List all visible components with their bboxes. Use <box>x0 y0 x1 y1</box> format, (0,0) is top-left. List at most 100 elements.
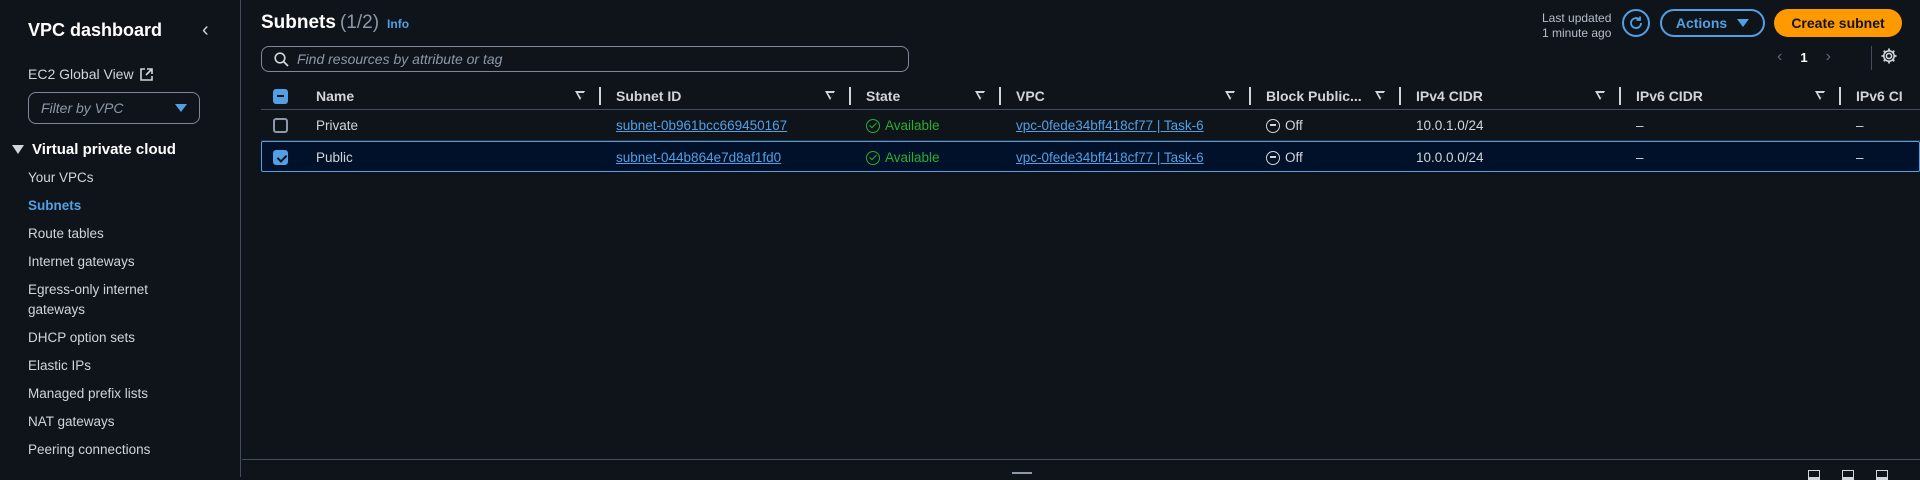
preferences-gear-icon[interactable] <box>1880 47 1898 70</box>
search-icon <box>274 51 289 67</box>
check-circle-icon <box>866 118 880 133</box>
subnet-id-link[interactable]: subnet-0b961bcc669450167 <box>616 118 787 133</box>
divider <box>1871 46 1872 70</box>
column-resizer[interactable] <box>1399 87 1401 105</box>
drag-handle[interactable] <box>1012 472 1032 474</box>
search-bar <box>261 46 909 72</box>
sidebar-item-internet-gateways[interactable]: Internet gateways <box>28 252 188 272</box>
sidebar: VPC dashboard ‹ EC2 Global View Filter b… <box>0 0 241 477</box>
sidebar-item-egress-only-internet-gateways[interactable]: Egress-only internet gateways <box>28 280 188 320</box>
split-panel-position-controls <box>1808 470 1888 480</box>
refresh-icon <box>1630 16 1642 29</box>
column-header-ipv4-cidr[interactable]: IPv4 CIDR <box>1416 82 1483 110</box>
actions-label: Actions <box>1675 15 1728 31</box>
vpc-link[interactable]: vpc-0fede34bff418cf77 | Task-6 <box>1016 118 1204 133</box>
caret-down-icon <box>1737 19 1750 27</box>
cell-ipv6-ci: – <box>1856 150 1864 165</box>
column-resizer[interactable] <box>599 87 601 105</box>
last-updated-time: 1 minute ago <box>1542 26 1612 40</box>
cell-ipv4-cidr: 10.0.1.0/24 <box>1416 118 1484 133</box>
cell-ipv4-cidr: 10.0.0.0/24 <box>1416 150 1484 165</box>
row-checkbox[interactable] <box>273 110 288 141</box>
create-subnet-button[interactable]: Create subnet <box>1774 9 1902 37</box>
pagination: ‹ 1 › <box>1777 48 1831 66</box>
ec2-global-view-label: EC2 Global View <box>28 66 134 82</box>
cell-ipv6-cidr: – <box>1636 118 1644 133</box>
page-title: Subnets <box>261 12 336 33</box>
column-header-block-public[interactable]: Block Public... <box>1266 82 1362 110</box>
block-public-status: Off <box>1266 118 1303 133</box>
search-input[interactable] <box>297 51 877 67</box>
column-header-subnet-id[interactable]: Subnet ID <box>616 82 681 110</box>
sidebar-item-nat-gateways[interactable]: NAT gateways <box>28 412 188 432</box>
row-checkbox[interactable] <box>273 142 288 173</box>
sidebar-title: VPC dashboard <box>28 20 163 40</box>
status-badge: Available <box>866 150 940 165</box>
sort-icon[interactable] <box>825 91 836 101</box>
table-row-selected[interactable]: Public subnet-044b864e7d8af1fd0 Availabl… <box>261 141 1920 172</box>
cell-ipv6-ci: – <box>1856 118 1864 133</box>
column-header-name[interactable]: Name <box>316 82 354 110</box>
select-all-checkbox[interactable] <box>273 82 288 110</box>
column-resizer[interactable] <box>849 87 851 105</box>
next-page-icon[interactable]: › <box>1826 48 1831 66</box>
sidebar-item-subnets[interactable]: Subnets <box>28 196 188 216</box>
sidebar-section-virtual-private-cloud[interactable]: Virtual private cloud <box>12 141 176 158</box>
minus-circle-icon <box>1266 150 1280 165</box>
actions-button[interactable]: Actions <box>1660 9 1765 37</box>
status-text: Available <box>885 150 940 165</box>
column-header-ipv6-cidr[interactable]: IPv6 CIDR <box>1636 82 1703 110</box>
page-header: Subnets (1/2) Info <box>261 12 409 34</box>
cell-ipv6-cidr: – <box>1636 150 1644 165</box>
collapse-sidebar-icon[interactable]: ‹ <box>202 20 218 40</box>
ec2-global-view-link[interactable]: EC2 Global View <box>28 66 153 82</box>
column-resizer[interactable] <box>1839 87 1841 105</box>
column-header-ipv6-ci[interactable]: IPv6 CI <box>1856 82 1903 110</box>
panel-side-icon[interactable] <box>1842 470 1854 480</box>
panel-bottom-icon[interactable] <box>1808 470 1820 480</box>
sidebar-item-route-tables[interactable]: Route tables <box>28 224 188 244</box>
sort-icon[interactable] <box>975 91 986 101</box>
minus-circle-icon <box>1266 118 1280 133</box>
subnet-id-link[interactable]: subnet-044b864e7d8af1fd0 <box>616 150 781 165</box>
sort-icon[interactable] <box>1375 91 1386 101</box>
sort-icon[interactable] <box>1815 91 1826 101</box>
column-header-vpc[interactable]: VPC <box>1016 82 1045 110</box>
vpc-link[interactable]: vpc-0fede34bff418cf77 | Task-6 <box>1016 150 1204 165</box>
column-resizer[interactable] <box>1619 87 1621 105</box>
sort-icon[interactable] <box>1225 91 1236 101</box>
main-content: Subnets (1/2) Info Last updated 1 minute… <box>242 0 1920 477</box>
check-circle-icon <box>866 150 880 165</box>
filter-by-vpc-placeholder: Filter by VPC <box>41 100 124 116</box>
cell-name: Private <box>316 118 359 133</box>
table-header: Name Subnet ID State VPC Block Public...… <box>261 82 1920 110</box>
subnets-table: Name Subnet ID State VPC Block Public...… <box>261 82 1920 172</box>
expand-caret-icon <box>12 145 24 154</box>
sort-icon[interactable] <box>1595 91 1606 101</box>
panel-hide-icon[interactable] <box>1876 470 1888 480</box>
sidebar-item-dhcp-option-sets[interactable]: DHCP option sets <box>28 328 188 348</box>
column-header-state[interactable]: State <box>866 82 900 110</box>
info-link[interactable]: Info <box>387 17 409 31</box>
block-public-text: Off <box>1285 150 1303 165</box>
column-resizer[interactable] <box>999 87 1001 105</box>
status-text: Available <box>885 118 940 133</box>
sidebar-item-peering-connections[interactable]: Peering connections <box>28 440 188 460</box>
previous-page-icon[interactable]: ‹ <box>1777 48 1782 66</box>
block-public-status: Off <box>1266 150 1303 165</box>
caret-down-icon <box>175 104 187 112</box>
cell-name: Public <box>316 150 353 165</box>
filter-by-vpc-select[interactable]: Filter by VPC <box>28 92 200 124</box>
sidebar-item-elastic-ips[interactable]: Elastic IPs <box>28 356 188 376</box>
table-row[interactable]: Private subnet-0b961bcc669450167 Availab… <box>261 110 1920 141</box>
sidebar-nav-list: Your VPCs Subnets Route tables Internet … <box>28 168 188 468</box>
sidebar-item-managed-prefix-lists[interactable]: Managed prefix lists <box>28 384 188 404</box>
split-panel-bar <box>242 459 1920 480</box>
sort-icon[interactable] <box>575 91 586 101</box>
sidebar-item-your-vpcs[interactable]: Your VPCs <box>28 168 188 188</box>
current-page[interactable]: 1 <box>1800 50 1807 65</box>
status-badge: Available <box>866 118 940 133</box>
column-resizer[interactable] <box>1249 87 1251 105</box>
last-updated: Last updated 1 minute ago <box>1542 11 1611 41</box>
refresh-button[interactable] <box>1622 9 1650 37</box>
